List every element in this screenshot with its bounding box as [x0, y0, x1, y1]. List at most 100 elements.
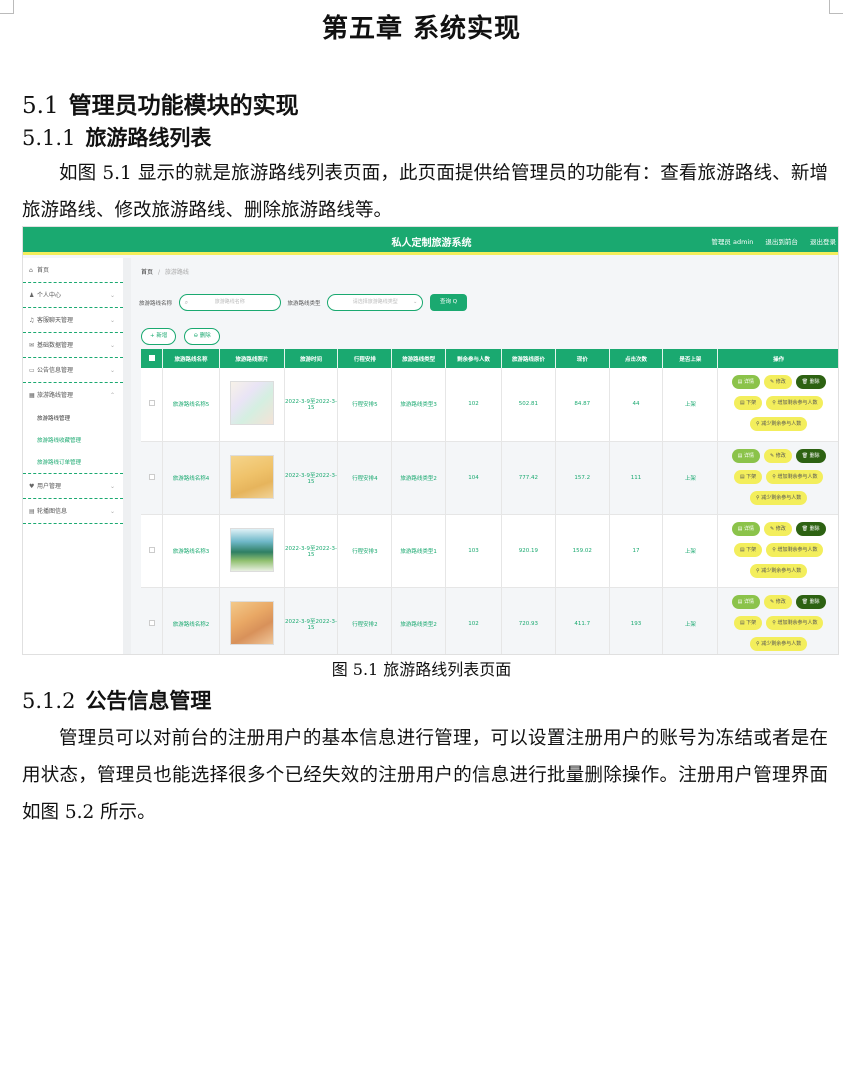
original-price-cell: 920.19: [501, 514, 556, 588]
table-row: 旅游路线名称5 2022-3-9至2022-3-15 行程安排5 旅游路线类型3…: [141, 368, 838, 442]
operations-cell: ▤ 详情 ✎ 修改 🗑 删除 ▤ 下架 ⚲ 增加剩余参与人数 ⚲ 减少剩余参与人数: [717, 368, 838, 442]
sidebar-item-notice[interactable]: ▭ 公告信息管理 ⌄: [23, 358, 123, 383]
row-select-cell[interactable]: [141, 587, 164, 654]
column-header: 旅游路线照片: [219, 349, 285, 368]
row-checkbox[interactable]: [148, 400, 155, 407]
reduce-people-button[interactable]: ⚲ 减少剩余参与人数: [750, 563, 808, 578]
route-type-cell: 旅游路线类型2: [391, 441, 447, 515]
route-photo-thumbnail[interactable]: [229, 454, 274, 499]
select-all-checkbox[interactable]: [148, 354, 155, 361]
unlist-button[interactable]: ▤ 下架: [733, 469, 763, 484]
original-price-cell: 777.42: [501, 441, 556, 515]
listing-status-cell: 上架: [662, 368, 719, 442]
remaining-people-cell: 103: [445, 514, 502, 588]
route-type-label: 旅游路线类型: [287, 300, 321, 307]
section-heading: 5.1 管理员功能模块的实现: [22, 86, 299, 120]
search-row: 旅游路线名称 ⌕ 旅游路线名称 旅游路线类型 请选择旅游路线类型 ⌄ 查询 Q: [139, 294, 468, 311]
select-all-header[interactable]: [141, 349, 164, 368]
detail-button[interactable]: ▤ 详情: [731, 448, 760, 463]
route-photo-cell: [219, 587, 285, 654]
row-checkbox[interactable]: [148, 546, 155, 553]
notice-icon: ▭: [29, 367, 35, 374]
table-row: 旅游路线名称4 2022-3-9至2022-3-15 行程安排4 旅游路线类型2…: [141, 441, 838, 515]
detail-button[interactable]: ▤ 详情: [731, 375, 760, 390]
subsection-heading-1: 5.1.1 旅游路线列表: [22, 122, 211, 152]
sidebar-item-basic-data[interactable]: ✉ 基础数据管理 ⌄: [23, 333, 123, 358]
route-name-cell: 旅游路线名称5: [162, 368, 221, 442]
route-photo-thumbnail[interactable]: [229, 600, 274, 645]
admin-label: 管理员 admin: [711, 238, 754, 246]
route-photo-thumbnail[interactable]: [229, 527, 274, 572]
operations-cell: ▤ 详情 ✎ 修改 🗑 删除 ▤ 下架 ⚲ 增加剩余参与人数 ⚲ 减少剩余参与人数: [717, 514, 838, 588]
delete-button[interactable]: 🗑 删除: [795, 448, 826, 463]
route-name-input[interactable]: ⌕ 旅游路线名称: [178, 294, 281, 311]
sidebar-item-home[interactable]: ⌂ 首页: [23, 258, 123, 283]
column-header: 现价: [555, 349, 610, 368]
back-to-front-link[interactable]: 退出到前台: [765, 238, 798, 246]
reduce-people-button[interactable]: ⚲ 减少剩余参与人数: [750, 636, 808, 651]
unlist-button[interactable]: ▤ 下架: [733, 542, 763, 557]
chevron-down-icon: ⌄: [109, 317, 115, 324]
remaining-people-cell: 102: [445, 368, 502, 442]
edit-button[interactable]: ✎ 修改: [763, 448, 792, 463]
row-select-cell[interactable]: [141, 514, 164, 588]
query-button[interactable]: 查询 Q: [430, 294, 468, 311]
chevron-down-icon: ⌄: [109, 508, 115, 515]
sidebar-subitem-route-orders[interactable]: 旅游路线订单管理: [23, 452, 123, 474]
chevron-down-icon: ⌄: [109, 483, 115, 490]
chevron-down-icon: ⌄: [109, 367, 115, 374]
sidebar-item-label: 个人中心: [37, 292, 62, 299]
route-name-placeholder: 旅游路线名称: [214, 299, 245, 305]
sidebar-item-carousel[interactable]: ▤ 轮播图信息 ⌄: [23, 499, 123, 524]
chevron-up-icon: ⌃: [109, 392, 115, 399]
add-people-button[interactable]: ⚲ 增加剩余参与人数: [766, 469, 824, 484]
breadcrumb-home[interactable]: 首页: [141, 269, 153, 276]
reduce-people-button[interactable]: ⚲ 减少剩余参与人数: [750, 490, 808, 505]
column-header: 旅游时间: [284, 349, 339, 368]
edit-button[interactable]: ✎ 修改: [763, 594, 792, 609]
edit-button[interactable]: ✎ 修改: [763, 375, 792, 390]
breadcrumb-separator: /: [157, 269, 160, 276]
row-checkbox[interactable]: [148, 619, 155, 626]
row-select-cell[interactable]: [141, 441, 164, 515]
sidebar-item-profile[interactable]: ♟ 个人中心 ⌄: [23, 283, 123, 308]
row-checkbox[interactable]: [148, 473, 155, 480]
sidebar-item-routes[interactable]: ▦ 旅游路线管理 ⌃: [23, 383, 123, 408]
detail-button[interactable]: ▤ 详情: [731, 521, 760, 536]
column-header: 剩余参与人数: [445, 349, 502, 368]
column-header: 是否上架: [662, 349, 719, 368]
delete-button[interactable]: 🗑 删除: [795, 375, 826, 390]
sidebar-item-chat[interactable]: ♫ 客服聊天管理 ⌄: [23, 308, 123, 333]
current-price-cell: 411.7: [555, 587, 610, 654]
route-photo-thumbnail[interactable]: [229, 381, 274, 426]
schedule-cell: 行程安排2: [337, 587, 393, 654]
detail-button[interactable]: ▤ 详情: [731, 594, 760, 609]
sidebar-subitem-route-manage[interactable]: 旅游路线管理: [23, 408, 123, 430]
sidebar-subitem-route-favorites[interactable]: 旅游路线收藏管理: [23, 430, 123, 452]
add-people-button[interactable]: ⚲ 增加剩余参与人数: [766, 396, 824, 411]
sidebar-scrollbar[interactable]: [123, 258, 131, 654]
add-people-button[interactable]: ⚲ 增加剩余参与人数: [766, 542, 824, 557]
subsection-number-1: 5.1.1: [22, 126, 76, 150]
figure-screenshot: 私人定制旅游系统 管理员 admin 退出到前台 退出登录 ⌂ 首页 ♟ 个人中心 ⌄…: [22, 226, 839, 655]
route-photo-cell: [219, 368, 285, 442]
sidebar-item-label: 公告信息管理: [37, 367, 74, 374]
listing-status-cell: 上架: [662, 514, 719, 588]
route-type-select[interactable]: 请选择旅游路线类型 ⌄: [327, 294, 424, 311]
current-price-cell: 157.2: [555, 441, 610, 515]
mail-icon: ✉: [29, 342, 35, 349]
unlist-button[interactable]: ▤ 下架: [733, 396, 763, 411]
batch-delete-button[interactable]: ⊖ 删除: [184, 328, 220, 345]
reduce-people-button[interactable]: ⚲ 减少剩余参与人数: [750, 417, 808, 432]
sidebar-item-users[interactable]: ♥ 用户管理 ⌄: [23, 474, 123, 499]
add-button[interactable]: + 新增: [141, 328, 177, 345]
delete-button[interactable]: 🗑 删除: [795, 521, 826, 536]
add-people-button[interactable]: ⚲ 增加剩余参与人数: [766, 615, 824, 630]
delete-button[interactable]: 🗑 删除: [795, 594, 826, 609]
listing-status-cell: 上架: [662, 441, 719, 515]
logout-link[interactable]: 退出登录: [810, 238, 836, 246]
edit-button[interactable]: ✎ 修改: [763, 521, 792, 536]
remaining-people-cell: 102: [445, 587, 502, 654]
row-select-cell[interactable]: [141, 368, 164, 442]
unlist-button[interactable]: ▤ 下架: [733, 615, 763, 630]
